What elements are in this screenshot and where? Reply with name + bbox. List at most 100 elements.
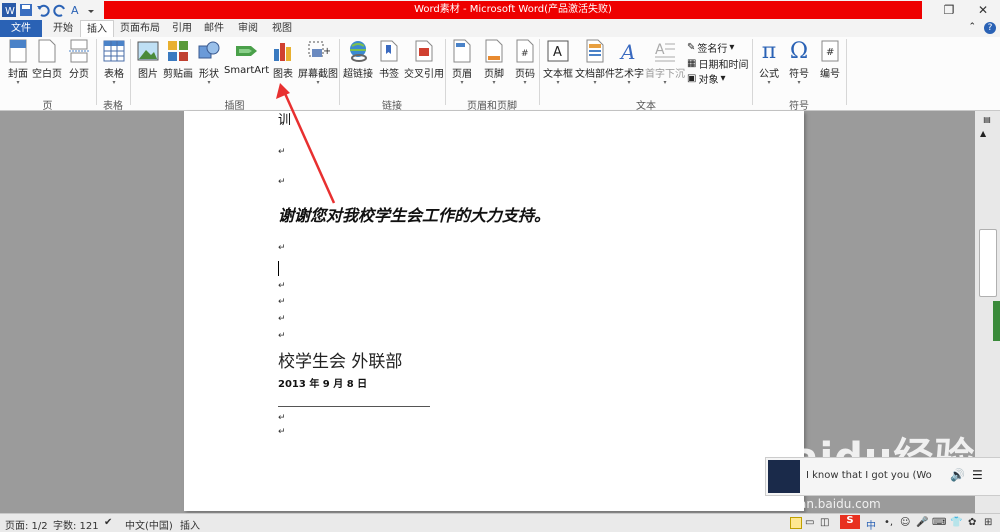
title-bar: W A Word素材 - Microsoft Word(产品激活失败) ❐ ✕ <box>0 0 1000 20</box>
cross-reference-label: 交叉引用 <box>404 69 444 80</box>
shapes-icon <box>197 39 221 63</box>
bookmark-label: 书签 <box>379 69 399 80</box>
undo-icon[interactable] <box>36 3 50 17</box>
ime-chinese-icon[interactable]: 中 <box>866 517 876 532</box>
word-app-icon[interactable]: W <box>2 3 16 17</box>
media-notification[interactable]: I know that I got you (Wo 🔊 ☰ <box>765 457 1000 496</box>
cross-reference-button[interactable]: 交叉引用 <box>404 39 444 80</box>
page-number-label: 页码 <box>515 69 535 80</box>
header-label: 页眉 <box>452 69 472 80</box>
proofing-icon[interactable]: ✔ <box>104 517 112 528</box>
header-button[interactable]: 页眉 ▾ <box>450 39 474 86</box>
keyboard-icon[interactable]: ⌨ <box>932 517 946 528</box>
signature-line-button[interactable]: ✎ 签名行 ▾ <box>687 40 734 55</box>
close-icon[interactable]: ✕ <box>966 3 1000 17</box>
save-icon[interactable] <box>19 3 33 17</box>
spelling-icon[interactable]: A <box>70 3 84 17</box>
tab-review[interactable]: 审阅 <box>234 20 262 37</box>
object-button[interactable]: ▣ 对象 ▾ <box>687 71 725 86</box>
vertical-scrollbar[interactable]: ▤ ▲ <box>975 111 1000 513</box>
tab-view[interactable]: 视图 <box>268 20 296 37</box>
page-break-label: 分页 <box>69 69 89 80</box>
blank-page-button[interactable]: 空白页 <box>32 39 62 80</box>
playlist-icon[interactable]: ☰ <box>972 468 983 482</box>
smartart-label: SmartArt <box>224 65 270 76</box>
cover-page-icon <box>6 39 30 63</box>
svg-text:A: A <box>553 45 562 60</box>
side-tab <box>993 301 1000 341</box>
scroll-thumb[interactable] <box>979 229 997 297</box>
clip-art-icon <box>166 39 190 63</box>
volume-icon[interactable]: 🔊 <box>950 468 965 482</box>
chart-button[interactable]: 图表 <box>271 39 295 80</box>
paragraph-mark: ↵ <box>278 314 286 324</box>
user-icon[interactable]: 👕 <box>950 517 962 528</box>
group-separator <box>130 39 131 105</box>
full-screen-icon[interactable]: ▭ <box>805 517 814 528</box>
language-indicator[interactable]: 中文(中国) <box>125 517 173 532</box>
skin-icon[interactable]: ✿ <box>968 517 976 528</box>
drop-cap-button[interactable]: A 首字下沉 ▾ <box>645 39 685 86</box>
signature-line-label: 签名行 <box>697 44 728 55</box>
number-label: 编号 <box>820 69 840 80</box>
ribbon-insert: 封面 ▾ 空白页 分页 页 表格 ▾ 表格 图片 剪贴画 形状 ▾ SmartArt … <box>0 37 1000 112</box>
restore-icon[interactable]: ❐ <box>932 3 966 17</box>
quick-parts-icon <box>583 39 607 63</box>
quick-parts-button[interactable]: 文档部件 ▾ <box>575 39 615 86</box>
page-count[interactable]: 页面: 1/2 <box>5 517 48 532</box>
smartart-button[interactable]: SmartArt <box>224 39 269 76</box>
date-time-button[interactable]: ▦ 日期和时间 <box>687 56 748 71</box>
number-button[interactable]: # 编号 <box>818 39 842 80</box>
svg-text:#: # <box>521 49 529 59</box>
tab-references[interactable]: 引用 <box>168 20 196 37</box>
print-layout-icon[interactable] <box>790 517 802 529</box>
tab-home[interactable]: 开始 <box>48 20 78 37</box>
text-box-button[interactable]: A 文本框 ▾ <box>543 39 573 86</box>
tools-icon[interactable]: ⊞ <box>984 517 992 528</box>
cover-page-button[interactable]: 封面 ▾ <box>6 39 30 86</box>
footer-label: 页脚 <box>484 69 504 80</box>
punctuation-icon[interactable]: •, <box>884 517 893 528</box>
word-count[interactable]: 字数: 121 <box>53 517 99 532</box>
date-line: 2013 年 9 月 8 日 <box>278 379 368 390</box>
table-icon <box>102 39 126 63</box>
hyperlink-label: 超链接 <box>343 69 373 80</box>
emoji-icon[interactable]: ☺ <box>900 517 910 528</box>
ruler-toggle-icon[interactable]: ▤ <box>980 115 994 125</box>
header-icon <box>450 39 474 63</box>
shapes-button[interactable]: 形状 ▾ <box>197 39 221 86</box>
ribbon-minimize-icon[interactable]: ⌃ <box>968 22 976 34</box>
quick-parts-label: 文档部件 <box>575 69 615 80</box>
paragraph-mark: ↵ <box>278 297 286 307</box>
bookmark-button[interactable]: 书签 <box>377 39 401 80</box>
tab-page-layout[interactable]: 页面布局 <box>116 20 164 37</box>
shapes-label: 形状 <box>199 69 219 80</box>
group-label-symbols: 符号 <box>789 101 809 112</box>
hyperlink-button[interactable]: 超链接 <box>343 39 373 80</box>
help-icon[interactable]: ? <box>984 22 996 34</box>
footer-button[interactable]: 页脚 ▾ <box>482 39 506 86</box>
customize-qat-icon[interactable] <box>87 3 95 17</box>
tab-insert[interactable]: 插入 <box>80 20 114 38</box>
sogou-ime-icon[interactable]: S <box>840 515 860 529</box>
chart-label: 图表 <box>273 69 293 80</box>
equation-button[interactable]: π 公式 ▾ <box>757 39 781 86</box>
group-label-tables: 表格 <box>103 101 123 112</box>
insert-mode[interactable]: 插入 <box>180 517 200 532</box>
page-break-button[interactable]: 分页 <box>67 39 91 80</box>
microphone-icon[interactable]: 🎤 <box>916 517 928 528</box>
help-area: ⌃ ? <box>968 22 996 34</box>
web-layout-icon[interactable]: ◫ <box>820 517 829 528</box>
tab-mailings[interactable]: 邮件 <box>200 20 228 37</box>
tab-file[interactable]: 文件 <box>0 20 42 37</box>
clip-art-button[interactable]: 剪贴画 <box>163 39 193 80</box>
table-button[interactable]: 表格 ▾ <box>102 39 126 86</box>
footer-icon <box>482 39 506 63</box>
screenshot-button[interactable]: + 屏幕截图 ▾ <box>298 39 338 86</box>
symbol-button[interactable]: Ω 符号 ▾ <box>787 39 811 86</box>
scroll-up-icon[interactable]: ▲ <box>980 129 986 138</box>
wordart-button[interactable]: A 艺术字 ▾ <box>614 39 644 86</box>
redo-icon[interactable] <box>53 3 67 17</box>
picture-button[interactable]: 图片 <box>136 39 160 80</box>
page-number-button[interactable]: # 页码 ▾ <box>513 39 537 86</box>
